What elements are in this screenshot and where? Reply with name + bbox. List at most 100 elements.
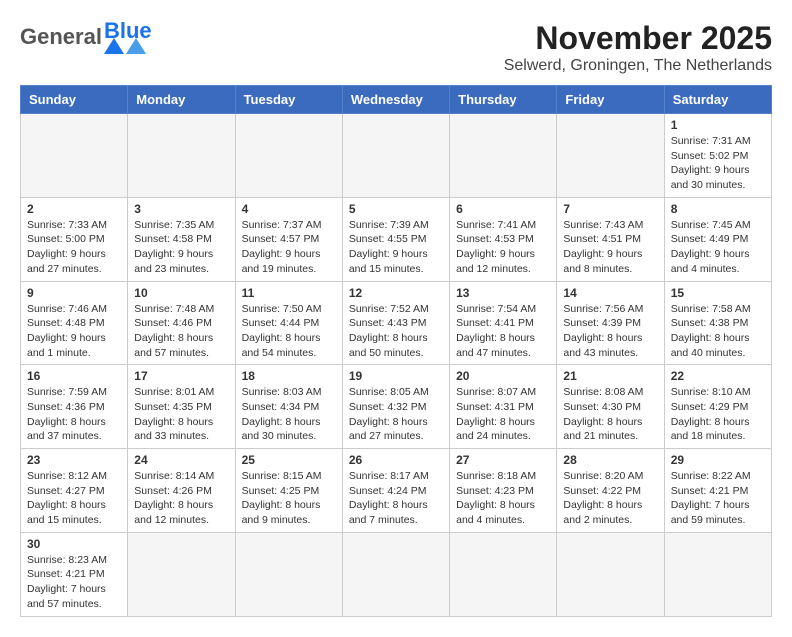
day-info: Sunrise: 7:33 AM Sunset: 5:00 PM Dayligh…: [27, 218, 121, 277]
day-number: 8: [671, 202, 765, 216]
day-info: Sunrise: 7:39 AM Sunset: 4:55 PM Dayligh…: [349, 218, 443, 277]
day-number: 2: [27, 202, 121, 216]
day-number: 11: [242, 286, 336, 300]
table-row: [128, 532, 235, 616]
day-info: Sunrise: 7:43 AM Sunset: 4:51 PM Dayligh…: [563, 218, 657, 277]
day-info: Sunrise: 8:23 AM Sunset: 4:21 PM Dayligh…: [27, 553, 121, 612]
day-info: Sunrise: 8:05 AM Sunset: 4:32 PM Dayligh…: [349, 385, 443, 444]
logo-triangle-left: [104, 38, 124, 54]
day-info: Sunrise: 7:37 AM Sunset: 4:57 PM Dayligh…: [242, 218, 336, 277]
table-row: [342, 114, 449, 198]
day-number: 28: [563, 453, 657, 467]
page-header: General Blue November 2025 Selwerd, Gron…: [20, 20, 772, 75]
table-row: 26Sunrise: 8:17 AM Sunset: 4:24 PM Dayli…: [342, 449, 449, 533]
day-number: 30: [27, 537, 121, 551]
day-info: Sunrise: 7:59 AM Sunset: 4:36 PM Dayligh…: [27, 385, 121, 444]
day-info: Sunrise: 8:18 AM Sunset: 4:23 PM Dayligh…: [456, 469, 550, 528]
day-number: 10: [134, 286, 228, 300]
day-number: 26: [349, 453, 443, 467]
day-info: Sunrise: 7:52 AM Sunset: 4:43 PM Dayligh…: [349, 302, 443, 361]
day-number: 7: [563, 202, 657, 216]
title-area: November 2025 Selwerd, Groningen, The Ne…: [504, 20, 772, 75]
day-number: 15: [671, 286, 765, 300]
day-number: 5: [349, 202, 443, 216]
calendar-row: 2 Sunrise: 7:33 AM Sunset: 5:00 PM Daylig…: [21, 197, 772, 281]
table-row: 29 Sunrise: 8:22 AM Sunset: 4:21 PM Dayli…: [664, 449, 771, 533]
calendar-row: 16Sunrise: 7:59 AM Sunset: 4:36 PM Dayli…: [21, 365, 772, 449]
table-row: 3 Sunrise: 7:35 AM Sunset: 4:58 PM Daylig…: [128, 197, 235, 281]
day-number: 27: [456, 453, 550, 467]
header-saturday: Saturday: [664, 86, 771, 114]
table-row: [450, 114, 557, 198]
day-number: 1: [671, 118, 765, 132]
day-info: Sunrise: 8:08 AM Sunset: 4:30 PM Dayligh…: [563, 385, 657, 444]
day-info: Sunrise: 7:35 AM Sunset: 4:58 PM Dayligh…: [134, 218, 228, 277]
day-info: Sunrise: 7:41 AM Sunset: 4:53 PM Dayligh…: [456, 218, 550, 277]
table-row: 13Sunrise: 7:54 AM Sunset: 4:41 PM Dayli…: [450, 281, 557, 365]
logo: General Blue: [20, 20, 152, 54]
day-info: Sunrise: 8:14 AM Sunset: 4:26 PM Dayligh…: [134, 469, 228, 528]
table-row: 21 Sunrise: 8:08 AM Sunset: 4:30 PM Dayli…: [557, 365, 664, 449]
day-number: 23: [27, 453, 121, 467]
table-row: 24 Sunrise: 8:14 AM Sunset: 4:26 PM Dayli…: [128, 449, 235, 533]
table-row: 22Sunrise: 8:10 AM Sunset: 4:29 PM Dayli…: [664, 365, 771, 449]
day-number: 17: [134, 369, 228, 383]
table-row: 14 Sunrise: 7:56 AM Sunset: 4:39 PM Dayli…: [557, 281, 664, 365]
calendar-row: 30 Sunrise: 8:23 AM Sunset: 4:21 PM Dayli…: [21, 532, 772, 616]
day-info: Sunrise: 8:22 AM Sunset: 4:21 PM Dayligh…: [671, 469, 765, 528]
day-info: Sunrise: 8:12 AM Sunset: 4:27 PM Dayligh…: [27, 469, 121, 528]
header-monday: Monday: [128, 86, 235, 114]
table-row: 20Sunrise: 8:07 AM Sunset: 4:31 PM Dayli…: [450, 365, 557, 449]
day-number: 14: [563, 286, 657, 300]
header-tuesday: Tuesday: [235, 86, 342, 114]
table-row: 12 Sunrise: 7:52 AM Sunset: 4:43 PM Dayli…: [342, 281, 449, 365]
table-row: [21, 114, 128, 198]
day-number: 19: [349, 369, 443, 383]
month-title: November 2025: [504, 20, 772, 57]
day-info: Sunrise: 7:48 AM Sunset: 4:46 PM Dayligh…: [134, 302, 228, 361]
day-number: 4: [242, 202, 336, 216]
table-row: 28Sunrise: 8:20 AM Sunset: 4:22 PM Dayli…: [557, 449, 664, 533]
day-number: 25: [242, 453, 336, 467]
day-info: Sunrise: 7:56 AM Sunset: 4:39 PM Dayligh…: [563, 302, 657, 361]
day-number: 21: [563, 369, 657, 383]
day-number: 24: [134, 453, 228, 467]
day-info: Sunrise: 7:46 AM Sunset: 4:48 PM Dayligh…: [27, 302, 121, 361]
day-number: 20: [456, 369, 550, 383]
table-row: 15Sunrise: 7:58 AM Sunset: 4:38 PM Dayli…: [664, 281, 771, 365]
header-sunday: Sunday: [21, 86, 128, 114]
calendar-row: 1Sunrise: 7:31 AM Sunset: 5:02 PM Daylig…: [21, 114, 772, 198]
table-row: 19 Sunrise: 8:05 AM Sunset: 4:32 PM Dayli…: [342, 365, 449, 449]
table-row: [557, 532, 664, 616]
calendar-row: 23 Sunrise: 8:12 AM Sunset: 4:27 PM Dayli…: [21, 449, 772, 533]
day-info: Sunrise: 7:50 AM Sunset: 4:44 PM Dayligh…: [242, 302, 336, 361]
table-row: [235, 114, 342, 198]
table-row: 6 Sunrise: 7:41 AM Sunset: 4:53 PM Daylig…: [450, 197, 557, 281]
day-info: Sunrise: 7:45 AM Sunset: 4:49 PM Dayligh…: [671, 218, 765, 277]
header-friday: Friday: [557, 86, 664, 114]
day-number: 9: [27, 286, 121, 300]
table-row: [450, 532, 557, 616]
table-row: [128, 114, 235, 198]
calendar-row: 9 Sunrise: 7:46 AM Sunset: 4:48 PM Daylig…: [21, 281, 772, 365]
table-row: 4 Sunrise: 7:37 AM Sunset: 4:57 PM Daylig…: [235, 197, 342, 281]
table-row: 10 Sunrise: 7:48 AM Sunset: 4:46 PM Dayli…: [128, 281, 235, 365]
table-row: [664, 532, 771, 616]
table-row: 18Sunrise: 8:03 AM Sunset: 4:34 PM Dayli…: [235, 365, 342, 449]
table-row: 17Sunrise: 8:01 AM Sunset: 4:35 PM Dayli…: [128, 365, 235, 449]
subtitle: Selwerd, Groningen, The Netherlands: [504, 57, 772, 75]
day-number: 22: [671, 369, 765, 383]
header-wednesday: Wednesday: [342, 86, 449, 114]
calendar-table: Sunday Monday Tuesday Wednesday Thursday…: [20, 85, 772, 617]
table-row: 25Sunrise: 8:15 AM Sunset: 4:25 PM Dayli…: [235, 449, 342, 533]
day-number: 29: [671, 453, 765, 467]
weekday-header-row: Sunday Monday Tuesday Wednesday Thursday…: [21, 86, 772, 114]
logo-triangle-right: [126, 38, 146, 54]
table-row: 23 Sunrise: 8:12 AM Sunset: 4:27 PM Dayli…: [21, 449, 128, 533]
table-row: [342, 532, 449, 616]
day-number: 12: [349, 286, 443, 300]
day-number: 3: [134, 202, 228, 216]
day-number: 6: [456, 202, 550, 216]
table-row: 1Sunrise: 7:31 AM Sunset: 5:02 PM Daylig…: [664, 114, 771, 198]
day-info: Sunrise: 8:03 AM Sunset: 4:34 PM Dayligh…: [242, 385, 336, 444]
